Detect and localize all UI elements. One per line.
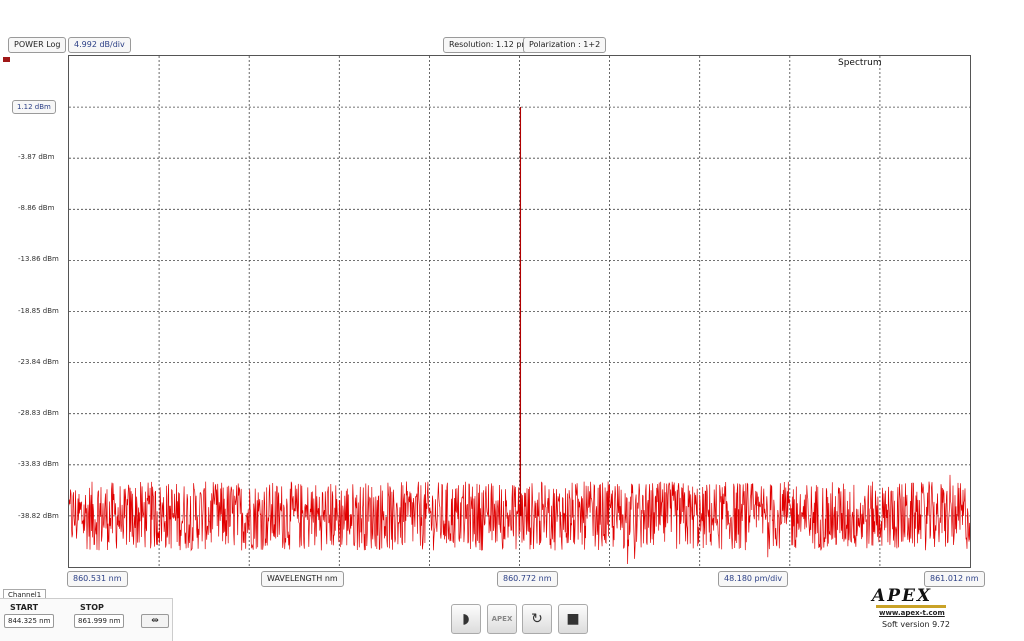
zoom-arrows-icon: ⇹ [151, 616, 159, 626]
apex-logo: APEX [872, 586, 933, 606]
x-end-field[interactable]: 861.012 nm [924, 571, 985, 587]
stop-input[interactable]: 861.999 nm [74, 614, 125, 628]
auto-button[interactable]: APEX [487, 604, 517, 634]
y-reference-field[interactable]: 1.12 dBm [12, 100, 56, 114]
y-tick-label: -8.86 dBm [18, 203, 55, 212]
spectrum-trace [69, 106, 970, 565]
software-version: Soft version 9.72 [882, 620, 950, 629]
logo-underline [876, 605, 946, 608]
repeat-sweep-button[interactable]: ↻ [522, 604, 552, 634]
single-sweep-button[interactable]: ◗ [451, 604, 481, 634]
website-link[interactable]: www.apex-t.com [879, 609, 945, 617]
zoom-span-button[interactable]: ⇹ [141, 614, 169, 628]
power-mode-button[interactable]: POWER Log [8, 37, 67, 53]
scale-per-div-field[interactable]: 4.992 dB/div [68, 37, 131, 53]
x-start-field[interactable]: 860.531 nm [67, 571, 128, 587]
x-div-field[interactable]: 48.180 pm/div [718, 571, 789, 587]
stop-sweep-button[interactable]: ■ [558, 604, 588, 634]
y-tick-label: -23.84 dBm [18, 357, 59, 366]
y-tick-label: -28.83 dBm [18, 409, 59, 418]
apex-auto-icon: APEX [491, 615, 513, 623]
trace-marker-icon [3, 57, 10, 62]
y-tick-label: -18.85 dBm [18, 306, 59, 315]
x-axis-label: WAVELENGTH nm [261, 571, 344, 587]
spectrum-plot[interactable] [68, 55, 971, 568]
start-input[interactable]: 844.325 nm [4, 614, 55, 628]
stop-label: STOP [80, 603, 104, 612]
spectrum-svg [69, 56, 970, 567]
y-tick-label: -3.87 dBm [18, 152, 55, 161]
start-label: START [10, 603, 39, 612]
repeat-icon: ↻ [531, 611, 543, 627]
y-tick-label: -13.86 dBm [18, 255, 59, 264]
stop-icon: ■ [566, 611, 580, 627]
single-sweep-icon: ◗ [462, 611, 470, 627]
y-tick-label: -33.83 dBm [18, 460, 59, 469]
x-center-field[interactable]: 860.772 nm [497, 571, 558, 587]
polarization-field[interactable]: Polarization : 1+2 [523, 37, 607, 53]
y-tick-label: -38.82 dBm [18, 511, 59, 520]
plot-title: Spectrum [838, 58, 882, 68]
resolution-field[interactable]: Resolution: 1.12 pm [443, 37, 536, 53]
